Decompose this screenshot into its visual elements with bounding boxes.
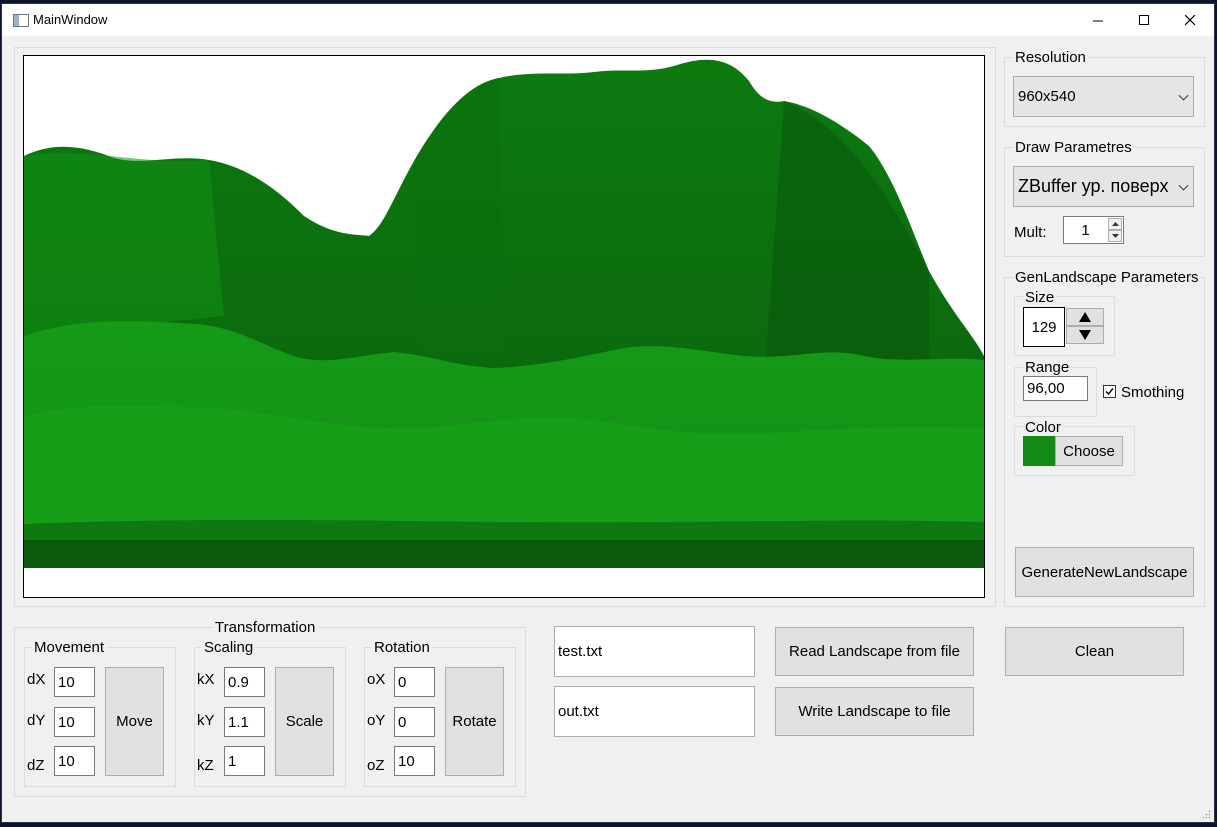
mult-value: 1 bbox=[1081, 221, 1090, 239]
smoothing-label: Smothing bbox=[1121, 384, 1185, 401]
close-button[interactable] bbox=[1167, 4, 1213, 36]
dz-label: dZ bbox=[27, 757, 45, 774]
smoothing-checkbox[interactable] bbox=[1103, 385, 1116, 398]
kz-value: 1 bbox=[228, 752, 237, 770]
move-button[interactable]: Move bbox=[105, 667, 164, 776]
size-input[interactable]: 129 bbox=[1023, 307, 1065, 347]
resolution-value: 960x540 bbox=[1018, 88, 1076, 105]
range-value: 96,00 bbox=[1027, 380, 1065, 397]
dz-input[interactable]: 10 bbox=[54, 746, 95, 776]
minimize-button[interactable] bbox=[1075, 4, 1121, 36]
color-label: Color bbox=[1023, 419, 1063, 436]
dx-input[interactable]: 10 bbox=[54, 667, 95, 697]
chevron-down-icon bbox=[1178, 90, 1189, 101]
ox-input[interactable]: 0 bbox=[394, 667, 435, 697]
ox-value: 0 bbox=[398, 673, 407, 691]
draw-mode-combo[interactable]: ZBuffer ур. поверх bbox=[1013, 166, 1194, 207]
main-window: MainWindow Resolution 960x540 Draw Param… bbox=[2, 4, 1214, 822]
close-icon bbox=[1184, 14, 1195, 25]
mult-label: Mult: bbox=[1014, 224, 1047, 241]
kz-input[interactable]: 1 bbox=[224, 746, 265, 776]
read-landscape-button[interactable]: Read Landscape from file bbox=[775, 627, 974, 676]
maximize-button[interactable] bbox=[1121, 4, 1167, 36]
draw-mode-value: ZBuffer ур. поверх bbox=[1018, 176, 1169, 196]
minimize-icon bbox=[1092, 20, 1103, 21]
mult-up-button[interactable] bbox=[1108, 218, 1122, 230]
dx-value: 10 bbox=[58, 673, 75, 691]
landscape-canvas[interactable] bbox=[23, 55, 985, 598]
oy-label: oY bbox=[367, 712, 386, 729]
dx-label: dX bbox=[27, 671, 46, 688]
generate-landscape-button[interactable]: GenerateNewLandscape bbox=[1015, 547, 1194, 597]
output-file-field[interactable]: out.txt bbox=[554, 686, 755, 737]
app-window-icon bbox=[13, 14, 29, 27]
chevron-down-icon bbox=[1178, 180, 1189, 191]
rotation-label: Rotation bbox=[372, 639, 432, 656]
title-bar: MainWindow bbox=[2, 4, 1214, 36]
ky-value: 1.1 bbox=[228, 713, 249, 731]
draw-params-label: Draw Parametres bbox=[1013, 139, 1134, 156]
ky-input[interactable]: 1.1 bbox=[224, 707, 265, 737]
dy-label: dY bbox=[27, 712, 46, 729]
kx-value: 0.9 bbox=[228, 673, 249, 691]
range-label: Range bbox=[1023, 359, 1072, 376]
window-title: MainWindow bbox=[33, 12, 108, 27]
kx-label: kX bbox=[197, 671, 215, 688]
size-up-button[interactable] bbox=[1066, 308, 1104, 326]
write-landscape-button[interactable]: Write Landscape to file bbox=[775, 687, 974, 736]
oz-value: 10 bbox=[398, 752, 415, 770]
arrow-down-icon bbox=[1079, 330, 1091, 340]
range-input[interactable]: 96,00 bbox=[1023, 376, 1088, 401]
size-value: 129 bbox=[1031, 318, 1057, 336]
arrow-up-icon bbox=[1079, 312, 1091, 322]
clean-button[interactable]: Clean bbox=[1005, 627, 1184, 676]
arrow-up-icon bbox=[1111, 222, 1119, 226]
oz-input[interactable]: 10 bbox=[394, 746, 435, 776]
scaling-label: Scaling bbox=[202, 639, 256, 656]
transformation-label: Transformation bbox=[213, 619, 318, 636]
maximize-icon bbox=[1138, 14, 1149, 25]
resolution-combo[interactable]: 960x540 bbox=[1013, 76, 1194, 117]
genlandscape-label: GenLandscape Parameters bbox=[1013, 269, 1201, 286]
checkmark-icon bbox=[1105, 388, 1114, 396]
resolution-label: Resolution bbox=[1013, 49, 1088, 66]
input-file-field[interactable]: test.txt bbox=[554, 626, 755, 677]
kx-input[interactable]: 0.9 bbox=[224, 667, 265, 697]
oy-value: 0 bbox=[398, 713, 407, 731]
mult-down-button[interactable] bbox=[1108, 230, 1122, 242]
movement-label: Movement bbox=[32, 639, 107, 656]
landscape-render bbox=[24, 59, 984, 568]
dz-value: 10 bbox=[58, 752, 75, 770]
output-file-value: out.txt bbox=[558, 703, 599, 720]
size-label: Size bbox=[1023, 289, 1057, 306]
size-down-button[interactable] bbox=[1066, 326, 1104, 344]
ox-label: oX bbox=[367, 671, 386, 688]
input-file-value: test.txt bbox=[558, 643, 603, 660]
dy-value: 10 bbox=[58, 713, 75, 731]
kz-label: kZ bbox=[197, 757, 214, 774]
resize-grip-icon[interactable] bbox=[1202, 810, 1211, 819]
dy-input[interactable]: 10 bbox=[54, 707, 95, 737]
ky-label: kY bbox=[197, 712, 215, 729]
oy-input[interactable]: 0 bbox=[394, 707, 435, 737]
oz-label: oZ bbox=[367, 757, 385, 774]
rotate-button[interactable]: Rotate bbox=[445, 667, 504, 776]
scale-button[interactable]: Scale bbox=[275, 667, 334, 776]
arrow-down-icon bbox=[1111, 234, 1119, 238]
color-swatch bbox=[1023, 436, 1055, 466]
choose-color-button[interactable]: Choose bbox=[1055, 436, 1123, 466]
